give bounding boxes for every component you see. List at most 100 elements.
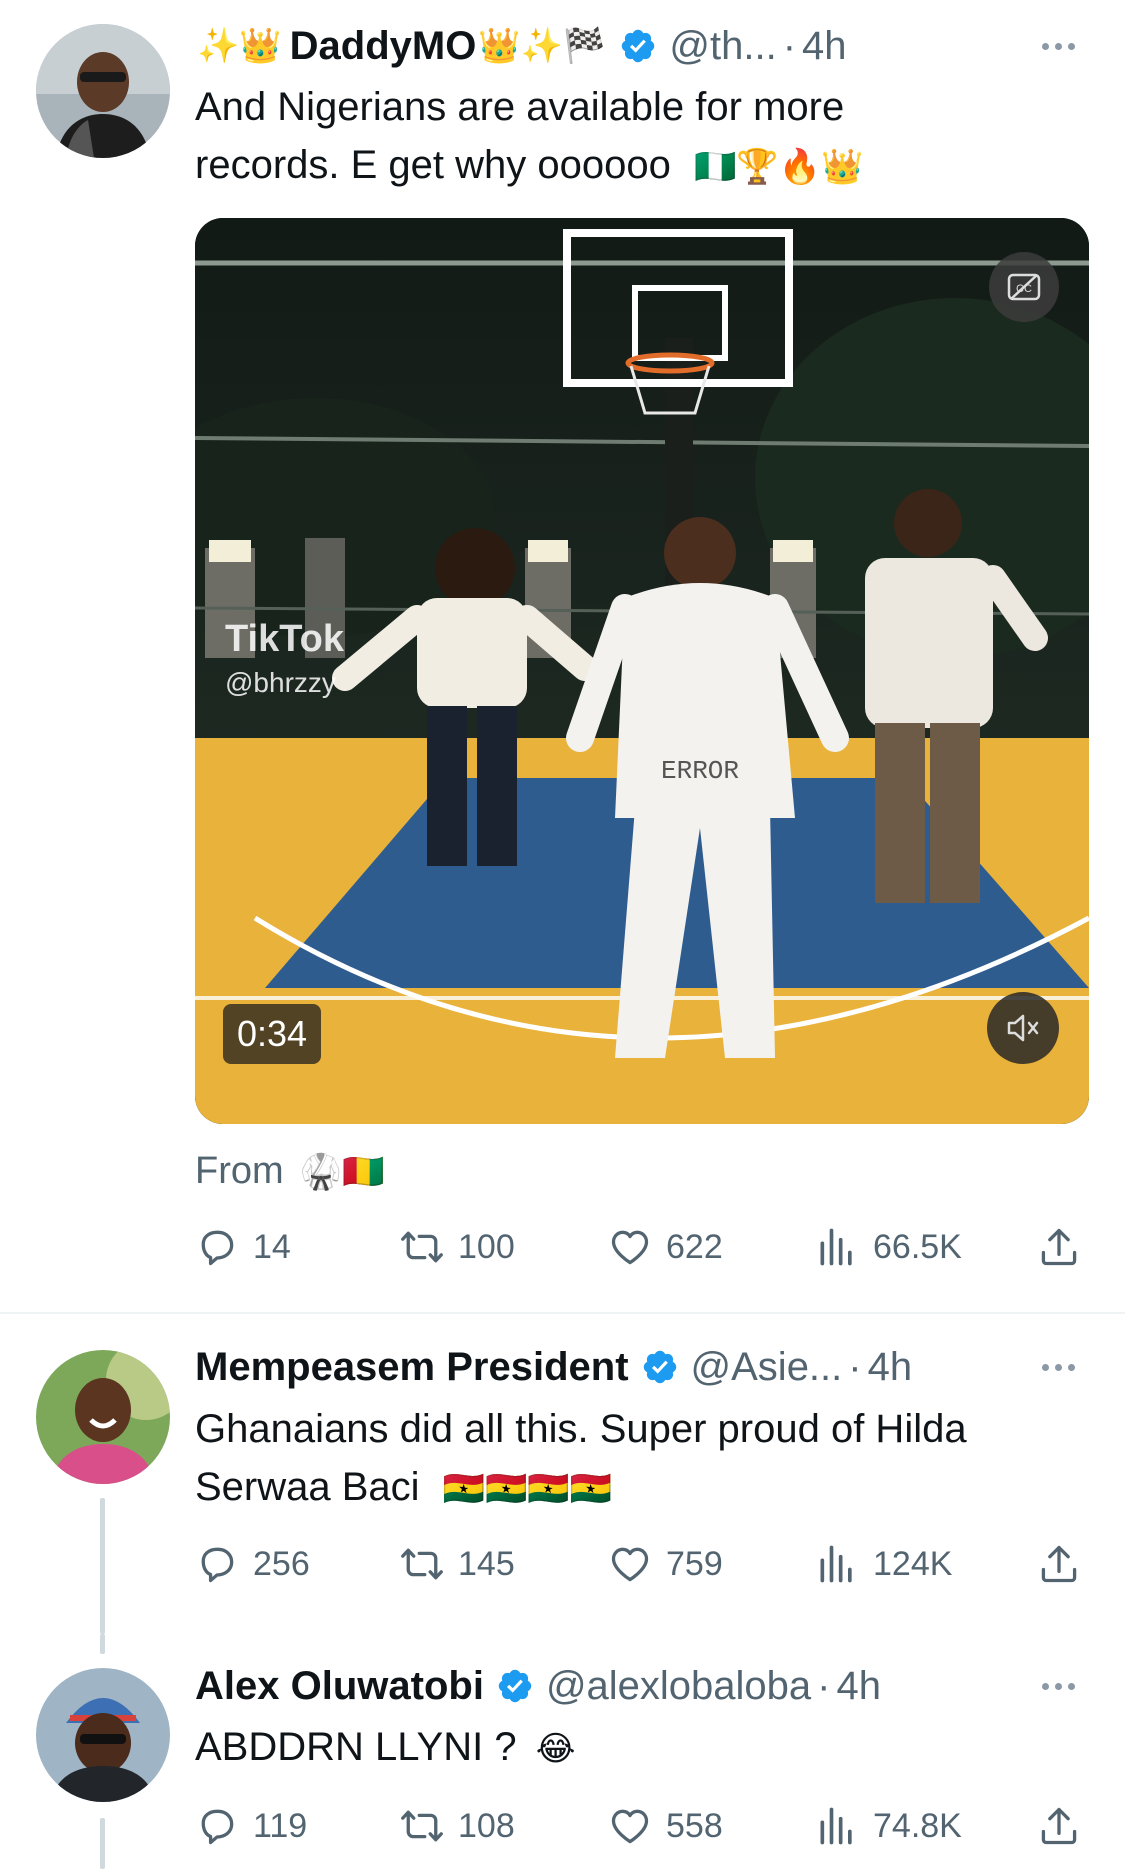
- tweet-daddymo[interactable]: ✨👑 DaddyMO 👑✨🏁 @th... · 4h And Nigerians…: [0, 0, 1125, 1310]
- reply-button[interactable]: 256: [195, 1534, 310, 1594]
- tiktok-watermark: TikTok @bhrzzy: [225, 618, 344, 699]
- separator-dot: ·: [817, 1663, 831, 1708]
- tweet-text: Ghanaians did all this. Super proud of H…: [195, 1400, 1095, 1516]
- verified-badge-icon: [641, 1348, 679, 1386]
- tweet-text-line: Ghanaians did all this. Super proud of H…: [195, 1407, 967, 1451]
- more-options-icon[interactable]: [1042, 16, 1075, 76]
- action-bar: 119 108 558 74.8K: [195, 1796, 1090, 1856]
- reply-icon: [195, 1804, 239, 1848]
- timestamp[interactable]: 4h: [868, 1345, 913, 1390]
- video-duration: 0:34: [223, 1004, 322, 1064]
- thread-line: [100, 1818, 105, 1869]
- tweet-text-line: And Nigerians are available for more: [195, 85, 845, 129]
- retweet-button[interactable]: 108: [400, 1796, 515, 1856]
- heart-icon: [608, 1542, 652, 1586]
- tweet-text-content: Serwaa Baci: [195, 1465, 420, 1509]
- views-icon: [815, 1804, 859, 1848]
- retweet-count: 145: [458, 1544, 515, 1583]
- share-icon: [1037, 1804, 1081, 1848]
- reply-button[interactable]: 119: [195, 1796, 307, 1856]
- avatar[interactable]: [36, 24, 170, 158]
- ghana-flag-emojis: 🇬🇭🇬🇭🇬🇭🇬🇭: [442, 1470, 613, 1508]
- retweet-button[interactable]: 100: [400, 1217, 515, 1277]
- tiktok-logo-text: TikTok: [225, 618, 344, 660]
- view-count: 66.5K: [873, 1227, 962, 1266]
- avatar[interactable]: [36, 1350, 170, 1484]
- tweet-mempeasem-president[interactable]: Mempeasem President @Asie... · 4h Ghanai…: [0, 1314, 1125, 1634]
- separator-dot: ·: [782, 23, 797, 68]
- like-button[interactable]: 558: [608, 1796, 723, 1856]
- tweet-text-content: ABDDRN LLYNI ?: [195, 1725, 517, 1769]
- reply-count: 119: [253, 1806, 308, 1845]
- more-options-icon[interactable]: [1042, 1337, 1075, 1397]
- like-count: 759: [666, 1544, 723, 1583]
- timestamp[interactable]: 4h: [802, 24, 847, 69]
- action-bar: 14 100 622 66.5K: [195, 1217, 1090, 1277]
- retweet-icon: [400, 1542, 444, 1586]
- tweet-text: And Nigerians are available for more rec…: [195, 78, 1095, 194]
- avatar-image: [36, 24, 170, 158]
- user-handle[interactable]: @th...: [669, 24, 776, 69]
- verified-badge-icon: [496, 1667, 534, 1705]
- tiktok-username: @bhrzzy: [225, 667, 336, 698]
- closed-captions-icon[interactable]: CC: [989, 252, 1059, 322]
- display-name[interactable]: Mempeasem President: [195, 1345, 629, 1390]
- tweet-header: Alex Oluwatobi @alexlobaloba · 4h: [195, 1656, 1105, 1716]
- share-button[interactable]: [1037, 1534, 1081, 1594]
- share-button[interactable]: [1037, 1217, 1081, 1277]
- karate-guinea-emojis: 🥋🇬🇳: [299, 1152, 385, 1191]
- view-count: 74.8K: [873, 1806, 962, 1845]
- display-name[interactable]: Alex Oluwatobi: [195, 1664, 484, 1709]
- share-icon: [1037, 1542, 1081, 1586]
- reply-icon: [195, 1225, 239, 1269]
- thread-line: [100, 1634, 105, 1654]
- nigeria-trophy-fire-crown-emojis: 🇳🇬🏆🔥👑: [693, 148, 864, 186]
- shirt-text: ERROR: [661, 756, 739, 786]
- crown-flag-emojis: 👑✨🏁: [478, 27, 606, 65]
- action-bar: 256 145 759 124K: [195, 1534, 1090, 1594]
- retweet-icon: [400, 1804, 444, 1848]
- thread-line: [100, 1498, 105, 1634]
- verified-badge-icon: [619, 27, 657, 65]
- heart-icon: [608, 1804, 652, 1848]
- user-handle[interactable]: @Asie...: [691, 1345, 843, 1390]
- like-button[interactable]: 622: [608, 1217, 723, 1277]
- views-icon: [815, 1225, 859, 1269]
- like-count: 622: [666, 1227, 723, 1266]
- tweet-alex-oluwatobi[interactable]: Alex Oluwatobi @alexlobaloba · 4h ABDDRN…: [0, 1634, 1125, 1869]
- share-button[interactable]: [1037, 1796, 1081, 1856]
- tweet-header: ✨👑 DaddyMO 👑✨🏁 @th... · 4h: [195, 16, 1105, 76]
- reply-count: 14: [253, 1227, 291, 1266]
- heart-icon: [608, 1225, 652, 1269]
- reply-icon: [195, 1542, 239, 1586]
- user-handle[interactable]: @alexlobaloba: [546, 1664, 811, 1709]
- mute-icon[interactable]: [987, 992, 1059, 1064]
- share-icon: [1037, 1225, 1081, 1269]
- avatar-image: [36, 1350, 170, 1484]
- views-button[interactable]: 74.8K: [815, 1796, 962, 1856]
- more-options-icon[interactable]: [1042, 1656, 1075, 1716]
- retweet-count: 100: [458, 1227, 515, 1266]
- timestamp[interactable]: 4h: [837, 1664, 882, 1709]
- separator-dot: ·: [848, 1344, 862, 1389]
- retweet-count: 108: [458, 1806, 515, 1845]
- like-count: 558: [666, 1806, 723, 1845]
- views-button[interactable]: 124K: [815, 1534, 952, 1594]
- laughing-emoji: 😂: [535, 1730, 576, 1768]
- view-count: 124K: [873, 1544, 953, 1583]
- avatar-image: [36, 1668, 170, 1802]
- sparkle-crown-emojis: ✨👑: [197, 27, 282, 65]
- like-button[interactable]: 759: [608, 1534, 723, 1594]
- reply-button[interactable]: 14: [195, 1217, 291, 1277]
- avatar[interactable]: [36, 1668, 170, 1802]
- tweet-header: Mempeasem President @Asie... · 4h: [195, 1337, 1105, 1397]
- tweet-text-content: records. E get why oooooo: [195, 143, 671, 187]
- reply-count: 256: [253, 1544, 310, 1583]
- views-button[interactable]: 66.5K: [815, 1217, 962, 1277]
- tweet-text-line: Serwaa Baci 🇬🇭🇬🇭🇬🇭🇬🇭: [195, 1458, 1095, 1516]
- display-name[interactable]: DaddyMO: [290, 24, 477, 69]
- source-attribution: From 🥋🇬🇳: [195, 1150, 386, 1193]
- video-player[interactable]: ERROR TikTok @bhrzzy CC 0:34: [195, 218, 1089, 1124]
- retweet-icon: [400, 1225, 444, 1269]
- retweet-button[interactable]: 145: [400, 1534, 515, 1594]
